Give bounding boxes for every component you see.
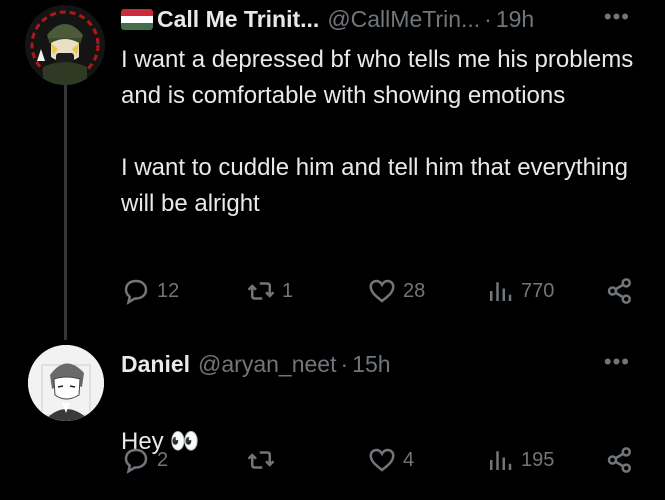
share-icon	[607, 278, 631, 304]
reply-count: 12	[157, 279, 180, 302]
separator-dot: ·	[340, 351, 349, 377]
like-button[interactable]: 28	[367, 276, 425, 306]
views-button[interactable]: 195	[485, 445, 554, 475]
avatar-daniel[interactable]	[28, 345, 104, 421]
tweet-actions: 2 4 195	[121, 445, 641, 475]
repost-icon	[247, 282, 275, 300]
user-handle[interactable]: @CallMeTrin...	[327, 5, 480, 33]
timestamp[interactable]: 15h	[352, 350, 390, 378]
views-button[interactable]: 770	[485, 276, 554, 306]
avatar-illustration	[28, 345, 104, 421]
hungary-flag-icon	[121, 8, 153, 30]
view-count: 770	[521, 279, 555, 302]
like-count: 28	[403, 279, 426, 302]
more-options-icon[interactable]: •••	[604, 4, 630, 30]
repost-button[interactable]	[246, 445, 282, 475]
display-name[interactable]: Daniel	[121, 350, 190, 378]
reply-button[interactable]: 2	[121, 445, 168, 475]
tweet-text: I want a depressed bf who tells me his p…	[121, 46, 634, 217]
like-count: 4	[403, 448, 415, 471]
tweet-header: Call Me Trinit... @CallMeTrin... · 19h	[121, 5, 534, 33]
heart-icon	[369, 279, 395, 303]
repost-count: 1	[282, 279, 294, 302]
thread-connector-line	[64, 82, 67, 340]
heart-icon	[369, 448, 395, 472]
separator-dot: ·	[484, 6, 492, 32]
more-options-icon[interactable]: •••	[604, 349, 630, 375]
tweet-thread: Call Me Trinit... @CallMeTrin... · 19h •…	[0, 0, 665, 500]
avatar-illustration	[25, 5, 105, 85]
user-handle[interactable]: @aryan_neet	[198, 350, 336, 378]
view-count: 195	[521, 448, 555, 471]
reply-count: 2	[157, 448, 169, 471]
avatar-callmetrinity[interactable]	[25, 5, 105, 85]
share-button[interactable]	[605, 276, 635, 306]
timestamp[interactable]: 19h	[496, 5, 534, 33]
reply-icon	[124, 448, 148, 474]
like-button[interactable]: 4	[367, 445, 414, 475]
repost-icon	[247, 451, 275, 469]
share-button[interactable]	[605, 445, 635, 475]
views-chart-icon	[490, 282, 512, 301]
reply-icon	[124, 279, 148, 305]
display-name[interactable]: Call Me Trinit...	[157, 5, 319, 33]
views-chart-icon	[490, 451, 512, 470]
reply-button[interactable]: 12	[121, 276, 179, 306]
share-icon	[607, 447, 631, 473]
repost-button[interactable]: 1	[246, 276, 293, 306]
tweet-actions: 12 1 28 770	[121, 276, 641, 306]
tweet-header: Daniel @aryan_neet · 15h	[121, 350, 391, 378]
